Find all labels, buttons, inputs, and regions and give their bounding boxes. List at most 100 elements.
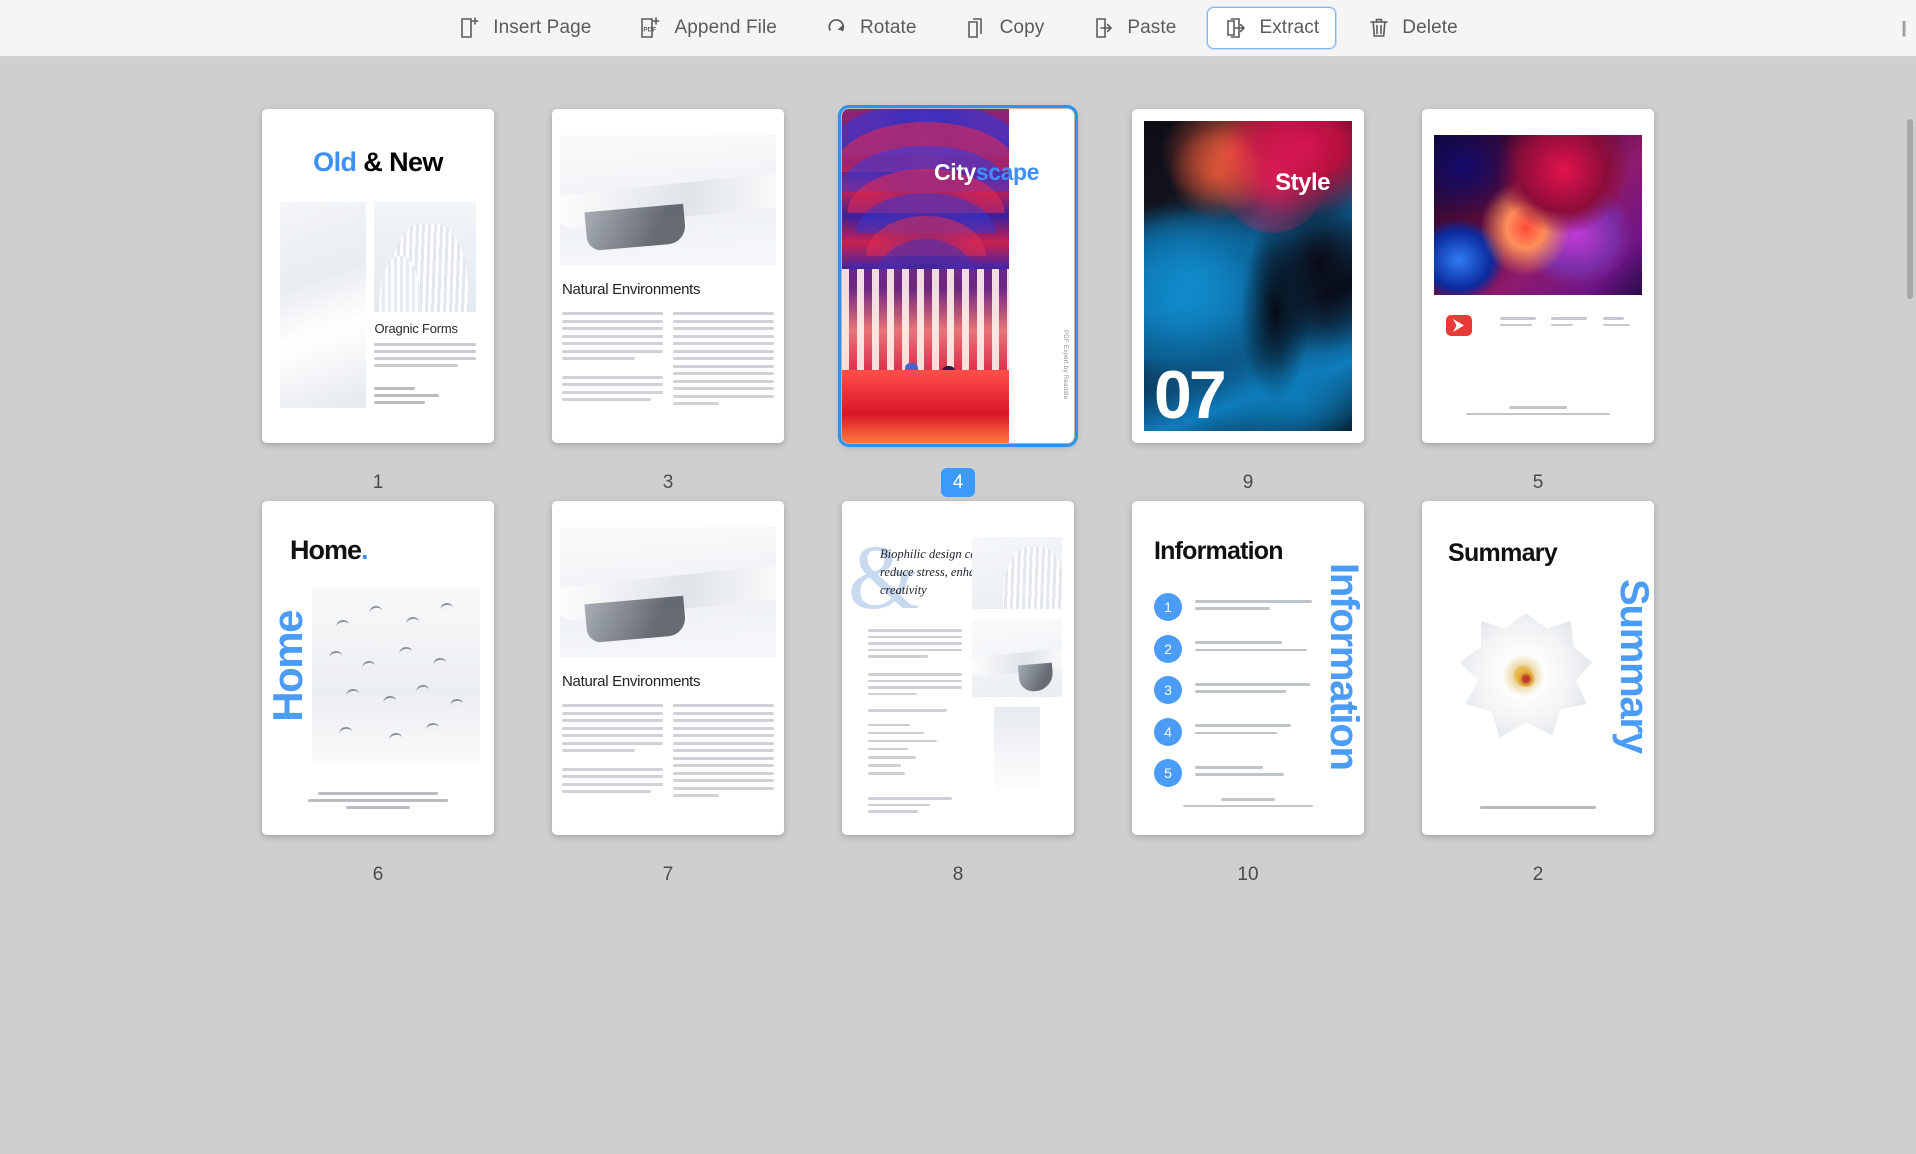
home-vertical-word: Home	[264, 611, 312, 722]
page-thumbnail[interactable]	[1422, 109, 1654, 443]
home-title-word: Home	[290, 535, 361, 565]
page-preview-style[interactable]: Style 07	[1132, 109, 1364, 443]
page1-body-text	[374, 343, 476, 371]
information-rows: 1 2 3 4	[1154, 593, 1312, 801]
extract-button[interactable]: Extract	[1207, 7, 1336, 49]
append-file-label: Append File	[674, 17, 777, 39]
page1-title-new: & New	[363, 147, 443, 177]
page-cell[interactable]: Summary Summary 2	[1422, 501, 1654, 893]
page-thumbnail[interactable]: Old & New Oragnic Forms	[262, 109, 494, 443]
information-footer	[1183, 798, 1313, 811]
biophilic-body-text	[868, 629, 962, 699]
delete-label: Delete	[1402, 17, 1458, 39]
page1-images: Oragnic Forms	[280, 202, 476, 408]
bullet-number: 3	[1154, 676, 1182, 704]
summary-title: Summary	[1448, 539, 1654, 568]
toolbar-grip-handle[interactable]: ||	[1901, 18, 1904, 38]
rotate-button[interactable]: Rotate	[808, 7, 934, 49]
paste-button[interactable]: Paste	[1075, 7, 1193, 49]
page-cell[interactable]: Style 07 9	[1132, 109, 1364, 501]
airplane-engine-shape	[584, 596, 686, 644]
vertical-scrollbar[interactable]	[1907, 119, 1913, 299]
page-cell[interactable]: & Biophilic design can reduce stress, en…	[842, 501, 1074, 893]
extract-icon	[1224, 15, 1248, 41]
page-thumbnail[interactable]: Home. Home	[262, 501, 494, 835]
biophilic-image-1	[972, 537, 1062, 609]
page-preview-information[interactable]: Information Information 1 2 3	[1132, 501, 1364, 835]
page7-image	[560, 527, 776, 657]
bullet-number: 4	[1154, 718, 1182, 746]
page-preview-old-and-new[interactable]: Old & New Oragnic Forms	[262, 109, 494, 443]
page3-heading: Natural Environments	[562, 281, 774, 298]
page-preview-home[interactable]: Home. Home	[262, 501, 494, 835]
bullet-number: 2	[1154, 635, 1182, 663]
cityscape-title: Cityscape	[934, 159, 1070, 186]
cityscape-layout: PDF Expert by Readdle Cityscape	[842, 109, 1074, 443]
marble-artwork: Style 07	[1144, 121, 1352, 431]
append-file-button[interactable]: PDF Append File	[622, 7, 794, 49]
append-file-icon: PDF	[639, 15, 663, 41]
page-preview-summary[interactable]: Summary Summary	[1422, 501, 1654, 835]
birds-photo	[312, 589, 480, 761]
home-credit	[262, 792, 494, 813]
information-vertical-word: Information	[1321, 563, 1364, 770]
extract-label: Extract	[1259, 17, 1319, 39]
paste-icon	[1092, 15, 1116, 41]
insert-page-icon	[458, 15, 482, 41]
page-number-label: 1	[262, 465, 494, 501]
readdle-logo-icon	[1446, 315, 1472, 336]
information-row: 2	[1154, 635, 1312, 663]
page1-image-left	[280, 202, 366, 408]
cityscape-footer-note: PDF Expert by Readdle	[1062, 330, 1068, 399]
page-cell[interactable]: Information Information 1 2 3	[1132, 501, 1364, 893]
delete-button[interactable]: Delete	[1350, 7, 1475, 49]
page-cell[interactable]: Natural Environments	[552, 501, 784, 893]
flower-center	[1516, 671, 1536, 687]
page-thumbnail[interactable]: Style 07	[1132, 109, 1364, 443]
rotate-label: Rotate	[860, 17, 917, 39]
trash-icon	[1367, 15, 1391, 41]
rotate-icon	[825, 15, 849, 41]
cityscape-light-pillars	[842, 269, 1009, 369]
style-page-number: 07	[1154, 361, 1224, 429]
page1-title: Old & New	[280, 147, 476, 178]
paste-label: Paste	[1127, 17, 1176, 39]
page-thumbnail[interactable]: Summary Summary	[1422, 501, 1654, 835]
page7-body	[562, 704, 774, 802]
page-cell[interactable]: Home. Home	[262, 501, 494, 893]
page-cell[interactable]: Old & New Oragnic Forms	[262, 109, 494, 501]
cityscape-title-city: City	[934, 159, 976, 185]
page1-heading: Oragnic Forms	[374, 321, 476, 336]
page-preview-natural-environments-2[interactable]: Natural Environments	[552, 501, 784, 835]
page-cell[interactable]: 5	[1422, 109, 1654, 501]
copy-icon	[965, 15, 989, 41]
summary-vertical-word: Summary	[1611, 579, 1654, 753]
page-thumbnail-grid: Old & New Oragnic Forms	[0, 97, 1916, 893]
page-preview-light-art[interactable]	[1422, 109, 1654, 443]
cityscape-title-scape: scape	[976, 159, 1039, 185]
page-cell-selected[interactable]: PDF Expert by Readdle Cityscape 4	[842, 109, 1074, 501]
selected-page-badge: 4	[941, 468, 975, 497]
page-thumbnail[interactable]: Information Information 1 2 3	[1132, 501, 1364, 835]
page-thumbnail[interactable]: PDF Expert by Readdle Cityscape	[842, 109, 1074, 443]
page-thumbnail-workspace: Old & New Oragnic Forms	[0, 57, 1916, 1154]
airplane-engine-shape	[584, 204, 686, 252]
copy-button[interactable]: Copy	[948, 7, 1062, 49]
insert-page-button[interactable]: Insert Page	[441, 7, 608, 49]
bullet-number: 5	[1154, 759, 1182, 787]
page7-heading: Natural Environments	[562, 673, 774, 690]
page-number-label: 3	[552, 465, 784, 501]
page-thumbnail[interactable]: Natural Environments	[552, 109, 784, 443]
page-number-label: 7	[552, 857, 784, 893]
page-cell[interactable]: Natural Environments	[552, 109, 784, 501]
page1-right-column: Oragnic Forms	[374, 202, 476, 408]
page-preview-cityscape[interactable]: PDF Expert by Readdle Cityscape	[842, 109, 1074, 443]
page-number-label: 5	[1422, 465, 1654, 501]
home-title-dot: .	[361, 535, 368, 565]
page-preview-biophilic[interactable]: & Biophilic design can reduce stress, en…	[842, 501, 1074, 835]
page-thumbnail[interactable]: Natural Environments	[552, 501, 784, 835]
page-editor-toolbar: Insert Page PDF Append File Rotate Copy	[0, 0, 1916, 57]
page-preview-natural-environments[interactable]: Natural Environments	[552, 109, 784, 443]
page-thumbnail[interactable]: & Biophilic design can reduce stress, en…	[842, 501, 1074, 835]
summary-credit	[1422, 806, 1654, 809]
